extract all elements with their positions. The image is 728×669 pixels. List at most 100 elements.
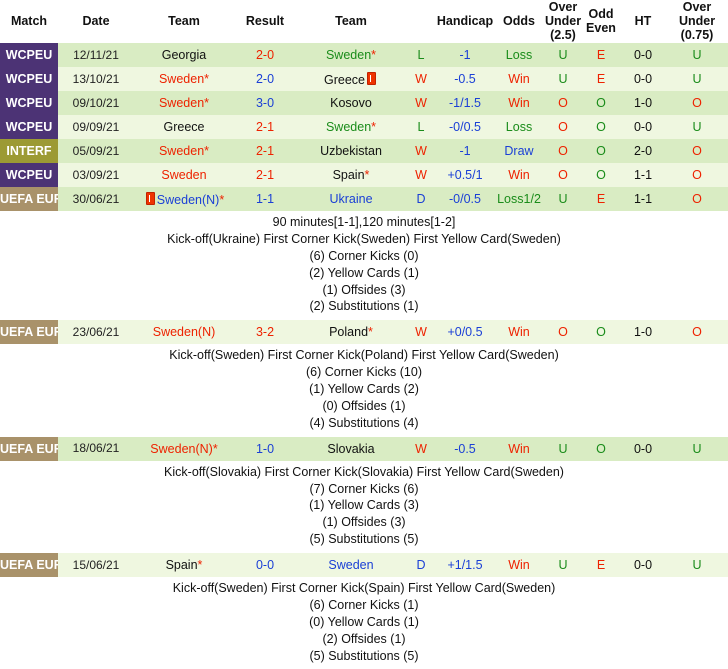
cell-over-under-25-text: U <box>558 442 567 456</box>
cell-odds-text: Win <box>508 558 530 572</box>
header-row: Match Date Team Result Team Handicap Odd… <box>0 0 728 43</box>
cell-odd-even: O <box>582 437 620 461</box>
league-badge[interactable]: UEFA EURO <box>0 320 58 344</box>
cell-result[interactable]: 2-0 <box>234 67 296 91</box>
league-badge[interactable]: UEFA EURO <box>0 553 58 577</box>
detail-yellow-cards: (1) Yellow Cards (2) <box>0 381 728 398</box>
table-row[interactable]: INTERF05/09/21Sweden*2-1UzbekistanW-1Dra… <box>0 139 728 163</box>
league-badge[interactable]: UEFA EURO <box>0 187 58 211</box>
cell-handicap-text: -0/0.5 <box>449 192 481 206</box>
detail-events: Kick-off(Sweden) First Corner Kick(Polan… <box>0 347 728 364</box>
home-team-name: Sweden <box>159 72 204 86</box>
cell-over-under-075: O <box>666 139 728 163</box>
cell-result[interactable]: 2-0 <box>234 43 296 68</box>
detail-substitutions: (4) Substitutions (4) <box>0 415 728 432</box>
cell-away-team[interactable]: Greece <box>296 67 406 91</box>
cell-home-team[interactable]: Sweden* <box>134 67 234 91</box>
detail-events: Kick-off(Slovakia) First Corner Kick(Slo… <box>0 464 728 481</box>
cell-result[interactable]: 2-1 <box>234 115 296 139</box>
cell-away-team[interactable]: Kosovo <box>296 91 406 115</box>
cell-ht: 0-0 <box>620 43 666 68</box>
cell-result[interactable]: 2-1 <box>234 139 296 163</box>
league-badge[interactable]: WCPEU <box>0 43 58 68</box>
cell-home-team[interactable]: Sweden(N)* <box>134 437 234 461</box>
cell-home-team[interactable]: Sweden(N)* <box>134 187 234 211</box>
column-header-match: Match <box>0 0 58 43</box>
cell-away-team[interactable]: Poland* <box>296 320 406 344</box>
league-badge[interactable]: WCPEU <box>0 115 58 139</box>
cell-away-team[interactable]: Sweden* <box>296 115 406 139</box>
cell-odds: Win <box>494 320 544 344</box>
league-badge[interactable]: UEFA EURO <box>0 437 58 461</box>
cell-handicap-result: D <box>406 187 436 211</box>
cell-handicap-text: -1 <box>459 48 470 62</box>
cell-over-under-075-text: U <box>692 48 701 62</box>
ou075-line2: Under <box>679 14 715 28</box>
table-row[interactable]: WCPEU13/10/21Sweden*2-0GreeceW-0.5WinUE0… <box>0 67 728 91</box>
cell-result-text: 2-1 <box>256 144 274 158</box>
cell-odd-even-text: O <box>596 442 606 456</box>
cell-away-team[interactable]: Sweden <box>296 553 406 577</box>
cell-odd-even-text: O <box>596 96 606 110</box>
cell-date-text: 09/09/21 <box>73 120 120 134</box>
cell-result[interactable]: 1-0 <box>234 437 296 461</box>
cell-result[interactable]: 3-2 <box>234 320 296 344</box>
match-history-panel: Match Date Team Result Team Handicap Odd… <box>0 0 728 669</box>
table-row[interactable]: UEFA EURO23/06/21Sweden(N)3-2Poland*W+0/… <box>0 320 728 344</box>
cell-away-team[interactable]: Spain* <box>296 163 406 187</box>
table-row[interactable]: UEFA EURO30/06/21Sweden(N)*1-1UkraineD-0… <box>0 187 728 211</box>
cell-away-team[interactable]: Ukraine <box>296 187 406 211</box>
cell-odds: Win <box>494 91 544 115</box>
league-badge[interactable]: WCPEU <box>0 91 58 115</box>
cell-away-team[interactable]: Slovakia <box>296 437 406 461</box>
league-badge[interactable]: INTERF <box>0 139 58 163</box>
home-team-star: * <box>204 96 209 110</box>
table-row[interactable]: WCPEU09/09/21Greece2-1Sweden*L-0/0.5Loss… <box>0 115 728 139</box>
cell-home-team[interactable]: Georgia <box>134 43 234 68</box>
cell-home-team[interactable]: Sweden <box>134 163 234 187</box>
cell-odds-text: Win <box>508 72 530 86</box>
cell-date-text: 03/09/21 <box>73 168 120 182</box>
table-row[interactable]: WCPEU09/10/21Sweden*3-0KosovoW-1/1.5WinO… <box>0 91 728 115</box>
match-detail-block: Kick-off(Slovakia) First Corner Kick(Slo… <box>0 461 728 553</box>
cell-result[interactable]: 1-1 <box>234 187 296 211</box>
cell-odd-even-text: O <box>596 168 606 182</box>
table-row[interactable]: UEFA EURO18/06/21Sweden(N)*1-0SlovakiaW-… <box>0 437 728 461</box>
away-team-name: Sweden <box>326 120 371 134</box>
away-team-star: * <box>371 120 376 134</box>
column-header-odd-even: Odd Even <box>582 0 620 43</box>
cell-away-team[interactable]: Uzbekistan <box>296 139 406 163</box>
cell-over-under-075-text: U <box>692 72 701 86</box>
table-row[interactable]: WCPEU12/11/21Georgia2-0Sweden*L-1LossUE0… <box>0 43 728 68</box>
cell-over-under-075-text: U <box>692 442 701 456</box>
cell-odds-text: Loss <box>506 120 532 134</box>
home-team-star: * <box>219 193 224 207</box>
cell-ht: 1-0 <box>620 91 666 115</box>
cell-odd-even-text: O <box>596 325 606 339</box>
cell-home-team[interactable]: Spain* <box>134 553 234 577</box>
table-row[interactable]: WCPEU03/09/21Sweden2-1Spain*W+0.5/1WinOO… <box>0 163 728 187</box>
home-team-star: * <box>198 558 203 572</box>
cell-away-team[interactable]: Sweden* <box>296 43 406 68</box>
cell-home-team[interactable]: Greece <box>134 115 234 139</box>
cell-ht-text: 1-1 <box>634 168 652 182</box>
league-badge[interactable]: WCPEU <box>0 67 58 91</box>
away-team-name: Poland <box>329 325 368 339</box>
cell-odds-text: Loss1/2 <box>497 192 541 206</box>
cell-home-team[interactable]: Sweden* <box>134 91 234 115</box>
league-badge[interactable]: WCPEU <box>0 163 58 187</box>
cell-ht: 2-0 <box>620 139 666 163</box>
cell-result[interactable]: 0-0 <box>234 553 296 577</box>
cell-over-under-075-text: U <box>692 120 701 134</box>
cell-home-team[interactable]: Sweden(N) <box>134 320 234 344</box>
cell-odds: Win <box>494 163 544 187</box>
ou25-line2: Under <box>545 14 581 28</box>
cell-result[interactable]: 2-1 <box>234 163 296 187</box>
cell-over-under-075-text: O <box>692 192 702 206</box>
cell-home-team[interactable]: Sweden* <box>134 139 234 163</box>
cell-over-under-25: U <box>544 187 582 211</box>
cell-result[interactable]: 3-0 <box>234 91 296 115</box>
table-row[interactable]: UEFA EURO15/06/21Spain*0-0SwedenD+1/1.5W… <box>0 553 728 577</box>
detail-extra-time: 90 minutes[1-1],120 minutes[1-2] <box>0 214 728 231</box>
cell-odds-text: Loss <box>506 48 532 62</box>
